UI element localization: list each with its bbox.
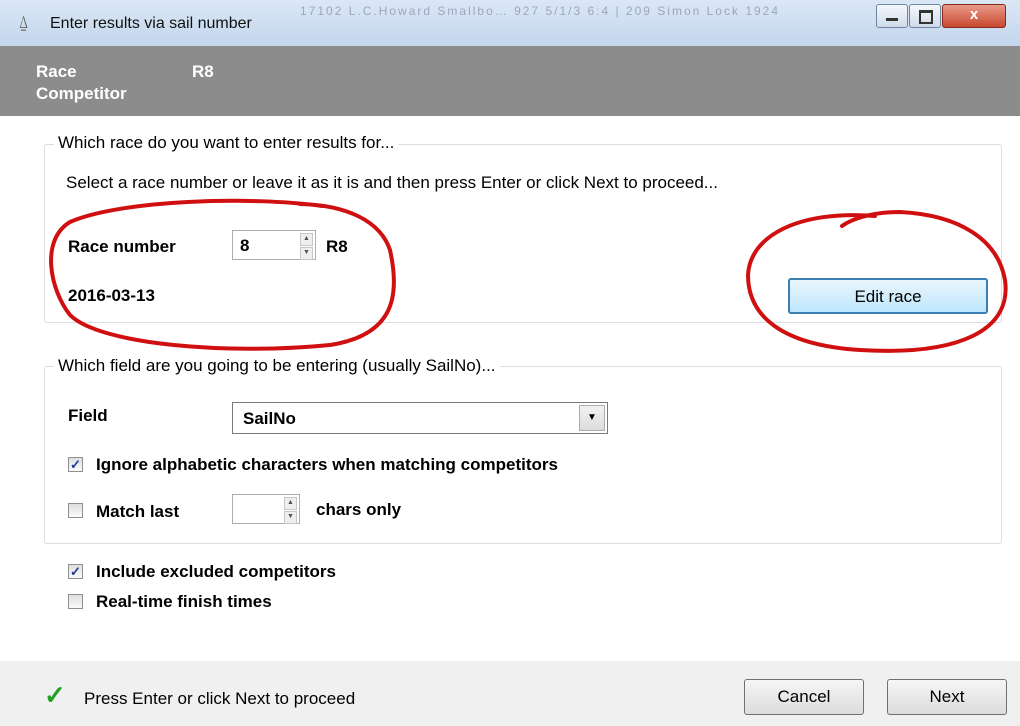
race-value: R8 <box>192 62 214 81</box>
minimize-button[interactable] <box>876 4 908 28</box>
race-group-legend: Which race do you want to enter results … <box>54 133 399 153</box>
spin-up-icon[interactable]: ▲ <box>284 497 297 510</box>
dialog-content: Which race do you want to enter results … <box>0 116 1020 661</box>
app-icon: ⍙ <box>18 12 29 32</box>
cancel-button[interactable]: Cancel <box>744 679 864 715</box>
include-excluded-label: Include excluded competitors <box>96 562 336 581</box>
race-number-value: 8 <box>240 236 250 255</box>
next-button[interactable]: Next <box>887 679 1007 715</box>
race-label: Race <box>36 62 77 81</box>
status-text: Press Enter or click Next to proceed <box>84 689 356 708</box>
chars-only-label: chars only <box>316 500 402 519</box>
checkmark-icon: ✓ <box>44 680 66 710</box>
match-last-label: Match last <box>96 502 180 521</box>
field-group-legend: Which field are you going to be entering… <box>54 356 500 376</box>
window-title: Enter results via sail number <box>50 15 252 32</box>
match-last-spinner[interactable]: ▲ ▼ <box>232 494 300 524</box>
match-last-checkbox[interactable] <box>68 503 83 518</box>
background-window-text: 17102 L.C.Howard Smallbo… 927 5/1/3 6:4 … <box>300 4 781 18</box>
race-number-label: Race number <box>68 237 176 257</box>
title-bar[interactable]: ⍙ Enter results via sail number 17102 L.… <box>0 0 1020 47</box>
chevron-down-icon[interactable]: ▼ <box>579 405 605 431</box>
field-select[interactable]: SailNo ▼ <box>232 402 608 434</box>
race-number-spinner[interactable]: 8 ▲ ▼ <box>232 230 316 260</box>
ignore-alpha-label: Ignore alphabetic characters when matchi… <box>96 455 558 474</box>
close-button[interactable]: x <box>942 4 1006 28</box>
realtime-label: Real-time finish times <box>96 592 272 611</box>
edit-race-button[interactable]: Edit race <box>788 278 988 314</box>
spin-down-icon[interactable]: ▼ <box>284 511 297 524</box>
spin-down-icon[interactable]: ▼ <box>300 247 313 260</box>
race-date: 2016-03-13 <box>68 286 155 305</box>
include-excluded-checkbox[interactable]: ✓ <box>68 564 83 579</box>
field-label: Field <box>68 406 108 425</box>
status-footer: ✓ Press Enter or click Next to proceed C… <box>0 661 1020 726</box>
race-code: R8 <box>326 237 348 256</box>
field-select-value: SailNo <box>243 409 296 428</box>
summary-header: Race R8 Competitor <box>0 46 1020 116</box>
ignore-alpha-checkbox[interactable]: ✓ <box>68 457 83 472</box>
realtime-checkbox[interactable] <box>68 594 83 609</box>
dialog-window: ⍙ Enter results via sail number 17102 L.… <box>0 0 1020 726</box>
race-number-label-text: Race number <box>68 237 176 256</box>
race-instruction: Select a race number or leave it as it i… <box>66 173 718 192</box>
spin-up-icon[interactable]: ▲ <box>300 233 313 246</box>
maximize-button[interactable] <box>909 4 941 28</box>
competitor-label: Competitor <box>36 84 127 103</box>
